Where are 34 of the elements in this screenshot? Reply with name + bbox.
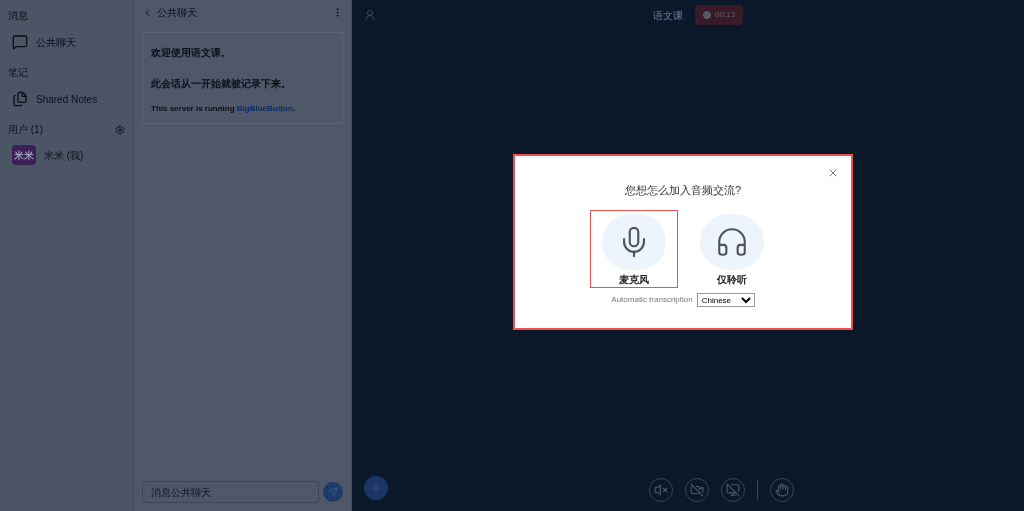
users-toggle-icon[interactable]: [364, 9, 376, 21]
settings-icon[interactable]: [115, 124, 125, 135]
language-select[interactable]: Chinese: [696, 293, 755, 307]
welcome-text: 此会话从一开始就被记录下来。: [151, 77, 292, 91]
send-button[interactable]: [323, 482, 343, 502]
record-icon: [703, 11, 711, 19]
section-heading: 消息: [8, 9, 29, 23]
transcription-label: Automatic transcription: [611, 294, 693, 306]
section-heading: 用户 (1): [8, 123, 43, 137]
meeting-title: 语文课: [653, 8, 683, 23]
public-chat-item[interactable]: 公共聊天: [12, 31, 125, 53]
welcome-text: 欢迎使用语文课。: [151, 46, 232, 60]
section-heading: 笔记: [8, 66, 29, 80]
server-text: This server is running BigBlueButton.: [151, 103, 297, 115]
chat-back-button[interactable]: 公共聊天: [142, 4, 197, 20]
screen-off-icon: [726, 483, 740, 497]
notes-icon: [12, 91, 28, 107]
user-item[interactable]: 米米 米米 (我): [12, 145, 125, 165]
hand-icon: [775, 483, 789, 497]
shared-notes-item[interactable]: Shared Notes: [12, 88, 125, 110]
recording-badge[interactable]: 00:13: [695, 5, 743, 25]
audio-option-button[interactable]: 麦克风: [590, 210, 678, 288]
user-avatar: 米米: [12, 145, 36, 165]
add-button[interactable]: [364, 476, 388, 500]
message-input-field[interactable]: 消息公共聊天: [142, 481, 319, 503]
server-link[interactable]: BigBlueButton: [236, 104, 293, 113]
plus-icon: [369, 481, 383, 495]
speaker-muted-icon: [654, 483, 668, 497]
chat-icon: [12, 34, 28, 50]
camera-off-icon: [690, 483, 704, 497]
user-name: 米米 (我): [44, 148, 84, 163]
dialog-title: 您想怎么加入音频交流?: [624, 182, 742, 198]
headphones-icon: [715, 225, 749, 259]
send-icon: [328, 487, 338, 497]
